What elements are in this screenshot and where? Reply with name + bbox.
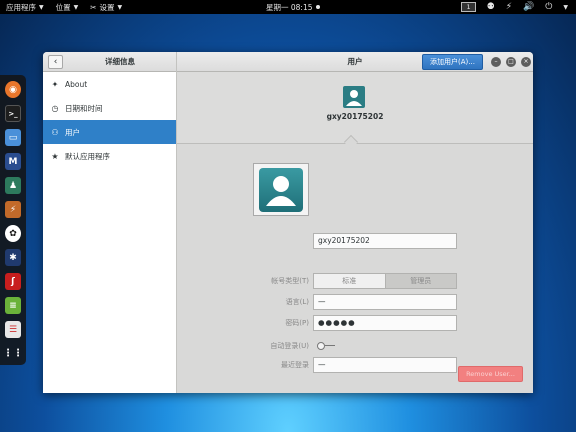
users-panel: gxy20175202 gxy20175202 帐号类型(T) 标准 管理员 语… xyxy=(177,72,533,393)
maximize-icon: □ xyxy=(508,58,514,65)
volume-icon[interactable]: 🔊 xyxy=(523,2,534,12)
back-button[interactable]: ‹ xyxy=(48,55,63,69)
places-menu-label: 位置 xyxy=(55,2,71,12)
chevron-down-icon: ▼ xyxy=(117,3,123,11)
dock: ◉ >_ ▭ M ♟ ⚡ ✿ ✱ ʃ ≡ ☰ ⋮⋮ xyxy=(0,75,26,365)
terminal-icon[interactable]: >_ xyxy=(5,105,21,122)
settings-window: ‹ 详细信息 用户 添加用户(A)... – □ × ✦ About ◷ 日期和… xyxy=(43,52,533,393)
beef-icon[interactable]: ʃ xyxy=(5,273,21,290)
faraday-icon[interactable]: ✿ xyxy=(5,225,21,242)
minimize-icon: – xyxy=(494,58,498,65)
places-menu[interactable]: 位置 ▼ xyxy=(50,0,85,14)
sidebar-item-default-apps[interactable]: ★ 默认应用程序 xyxy=(43,144,176,168)
settings-menu-label: 设置 xyxy=(99,2,115,12)
switch-track xyxy=(325,345,335,346)
titlebar: ‹ 详细信息 用户 添加用户(A)... – □ × xyxy=(43,52,533,72)
user-list: gxy20175202 xyxy=(177,72,533,144)
last-login-label: 最近登录 xyxy=(281,361,309,369)
user-list-name: gxy20175202 xyxy=(326,112,384,121)
burpsuite-icon[interactable]: ⚡ xyxy=(5,201,21,218)
add-user-button[interactable]: 添加用户(A)... xyxy=(422,54,483,70)
maximize-button[interactable]: □ xyxy=(506,57,516,67)
user-avatar-small[interactable] xyxy=(343,86,365,108)
notification-dot-icon xyxy=(315,5,320,9)
account-type-standard-button[interactable]: 标准 xyxy=(313,273,386,289)
notes-icon[interactable]: ≡ xyxy=(5,297,21,314)
remove-user-button[interactable]: Remove User... xyxy=(458,366,523,382)
account-type-toggle: 标准 管理员 xyxy=(313,273,457,289)
sidebar-title: 详细信息 xyxy=(105,57,135,66)
show-apps-icon[interactable]: ⋮⋮ xyxy=(3,345,23,362)
sidebar: ✦ About ◷ 日期和时间 ⚇ 用户 ★ 默认应用程序 xyxy=(43,72,176,393)
workspace-indicator[interactable]: 1 xyxy=(461,2,476,12)
chevron-down-icon: ▼ xyxy=(39,3,44,11)
minimize-button[interactable]: – xyxy=(491,57,501,67)
top-panel: 应用程序 ▼ 位置 ▼ ✂ 设置 ▼ 星期一 08:15 1 ⚉ ⚡ 🔊 ⏻ ▼ xyxy=(0,0,576,14)
metasploit-icon[interactable]: M xyxy=(5,153,21,170)
password-field[interactable]: ●●●●● xyxy=(313,315,457,331)
language-field[interactable]: — xyxy=(313,294,457,310)
chevron-down-icon: ▼ xyxy=(73,3,79,11)
clock[interactable]: 星期一 08:15 xyxy=(266,0,320,14)
switch-knob xyxy=(317,342,325,350)
sidebar-item-users[interactable]: ⚇ 用户 xyxy=(43,120,176,144)
clock-icon: ◷ xyxy=(51,103,59,113)
star-icon: ★ xyxy=(51,151,59,161)
chevron-down-icon[interactable]: ▼ xyxy=(563,4,568,11)
users-tray-icon[interactable]: ⚉ xyxy=(487,2,495,12)
language-label: 语言(L) xyxy=(285,298,309,306)
account-type-label: 帐号类型(T) xyxy=(271,277,309,285)
sidebar-item-datetime[interactable]: ◷ 日期和时间 xyxy=(43,96,176,120)
close-icon: × xyxy=(523,58,529,65)
system-tray: 1 ⚉ ⚡ 🔊 ⏻ ▼ xyxy=(461,0,568,14)
avatar-picker[interactable] xyxy=(253,163,309,216)
files-icon[interactable]: ▭ xyxy=(5,129,21,146)
firefox-icon[interactable]: ◉ xyxy=(5,81,21,98)
tools-icon: ✂ xyxy=(90,2,97,12)
autologin-switch[interactable] xyxy=(317,342,337,350)
maltego-icon[interactable]: ✱ xyxy=(5,249,21,266)
user-avatar-icon xyxy=(346,90,362,106)
sidebar-item-label: About xyxy=(65,79,88,89)
username-field[interactable]: gxy20175202 xyxy=(313,233,457,249)
clock-label: 星期一 08:15 xyxy=(266,2,313,12)
sidebar-item-about[interactable]: ✦ About xyxy=(43,72,176,96)
power-icon[interactable]: ⏻ xyxy=(545,2,552,12)
armitage-icon[interactable]: ♟ xyxy=(5,177,21,194)
sidebar-item-label: 默认应用程序 xyxy=(65,151,110,161)
autologin-label: 自动登录(U) xyxy=(270,342,309,350)
network-off-icon[interactable]: ⚡ xyxy=(506,2,512,12)
account-type-admin-button[interactable]: 管理员 xyxy=(385,273,457,289)
settings-menu[interactable]: ✂ 设置 ▼ xyxy=(84,0,128,14)
password-label: 密码(P) xyxy=(285,319,309,327)
applications-menu[interactable]: 应用程序 ▼ xyxy=(0,0,50,14)
settings-app-icon[interactable]: ☰ xyxy=(5,321,21,338)
last-login-field[interactable]: — xyxy=(313,357,457,373)
sidebar-item-label: 日期和时间 xyxy=(65,103,103,113)
sidebar-item-label: 用户 xyxy=(65,127,80,137)
star-icon: ✦ xyxy=(51,79,59,89)
avatar xyxy=(259,168,303,212)
users-icon: ⚇ xyxy=(51,127,59,137)
close-button[interactable]: × xyxy=(521,57,531,67)
user-avatar-icon xyxy=(266,176,296,206)
chevron-left-icon: ‹ xyxy=(53,57,58,67)
applications-menu-label: 应用程序 xyxy=(6,2,36,12)
